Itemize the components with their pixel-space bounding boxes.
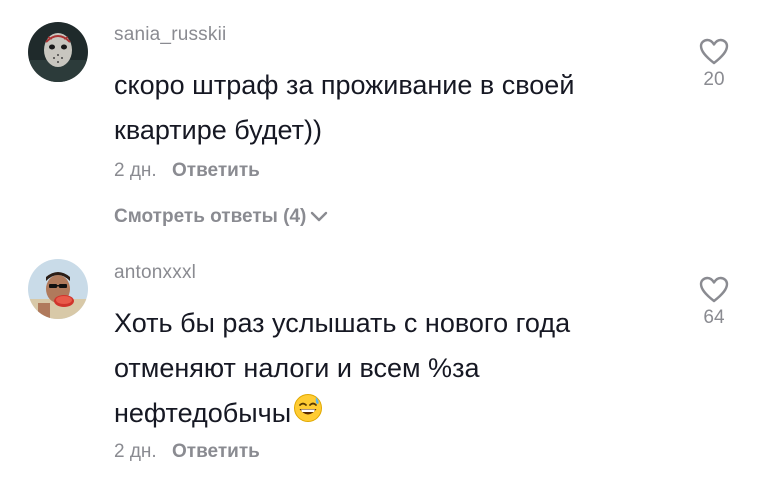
like-button[interactable]: 64	[684, 276, 744, 329]
heart-outline-icon	[699, 276, 729, 303]
like-count: 64	[703, 307, 725, 328]
comment-text-line: квартире будет))	[114, 115, 322, 145]
comment-timestamp: 2 дн.	[114, 441, 157, 462]
avatar[interactable]	[28, 22, 88, 82]
comment-text: Хоть бы раз услышать с нового года отмен…	[114, 301, 674, 437]
chevron-down-icon	[311, 211, 328, 222]
comment-text-line: Хоть бы раз услышать с нового года	[114, 308, 571, 338]
comment-username[interactable]: sania_russkii	[114, 24, 226, 46]
comment-timestamp: 2 дн.	[114, 160, 157, 181]
reply-button[interactable]: Ответить	[172, 160, 260, 181]
comment-text-line: скоро штраф за проживание в своей	[114, 70, 575, 100]
view-replies-button[interactable]: Смотреть ответы (4)	[114, 206, 328, 228]
like-button[interactable]: 20	[684, 38, 744, 91]
avatar[interactable]	[28, 259, 88, 319]
comment-meta: 2 дн. Ответить	[114, 160, 260, 182]
comment-meta: 2 дн. Ответить	[114, 441, 260, 463]
comment-username[interactable]: antonxxxl	[114, 262, 196, 284]
comment-text-segment: нефтедобычы	[114, 398, 292, 428]
grinning-sweat-emoji	[293, 392, 323, 437]
comment-text-line: нефтедобычы	[114, 391, 674, 437]
comment-text: скоро штраф за проживание в своей кварти…	[114, 63, 674, 153]
comment-text-line: отменяют налоги и всем %за	[114, 353, 480, 383]
heart-outline-icon	[699, 38, 729, 65]
like-count: 20	[703, 69, 725, 90]
reply-button[interactable]: Ответить	[172, 441, 260, 462]
view-replies-label: Смотреть ответы (4)	[114, 206, 307, 227]
